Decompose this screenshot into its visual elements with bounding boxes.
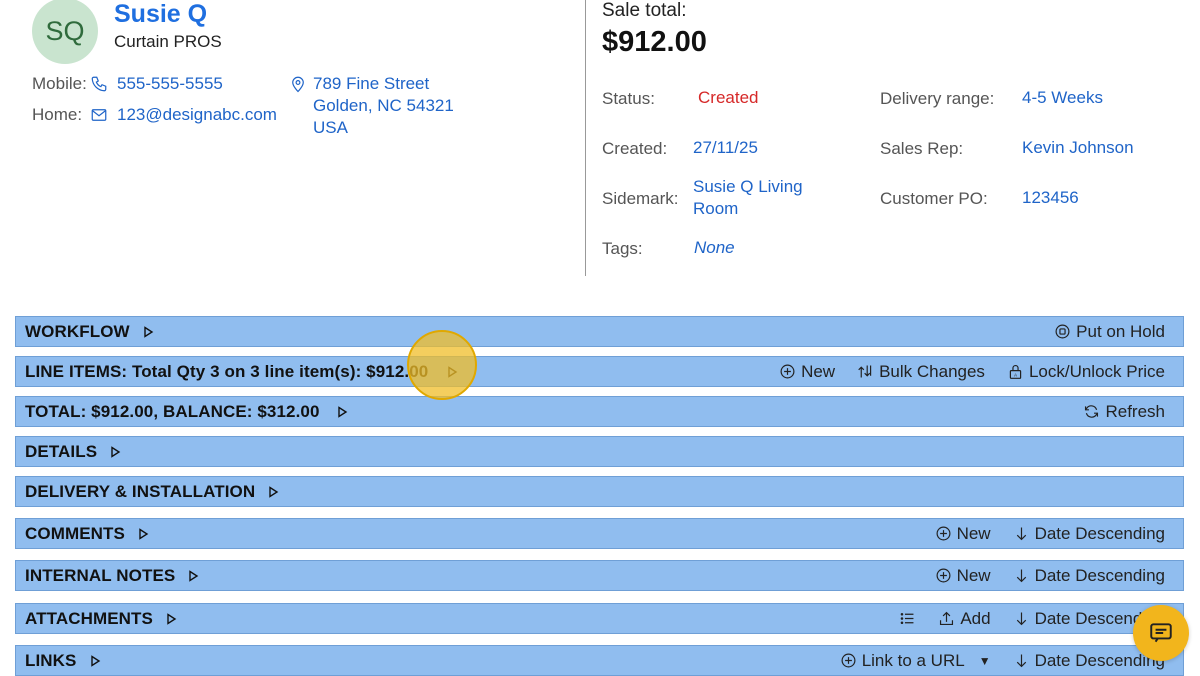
internal-notes-section-bar[interactable]: INTERNAL NOTES New Date Descending: [15, 560, 1184, 591]
delivery-installation-section-bar[interactable]: DELIVERY & INSTALLATION: [15, 476, 1184, 507]
tags-value[interactable]: None: [694, 237, 735, 259]
sales-rep-label: Sales Rep:: [880, 139, 964, 158]
bulk-changes-button[interactable]: Bulk Changes: [857, 362, 985, 382]
sidemark-line-1[interactable]: Susie Q Living: [693, 176, 803, 198]
put-on-hold-label: Put on Hold: [1076, 321, 1165, 341]
arrow-down-icon: [1013, 567, 1030, 584]
arrow-down-icon: [1013, 525, 1030, 542]
sidemark-line-2[interactable]: Room: [693, 198, 738, 220]
arrow-down-icon: [1013, 610, 1030, 627]
expand-triangle-icon[interactable]: [89, 654, 101, 667]
plus-circle-icon: [935, 567, 952, 584]
sales-rep-value[interactable]: Kevin Johnson: [1022, 137, 1134, 159]
links-section-bar[interactable]: LINKS Link to a URL ▼ Date Descending: [15, 645, 1184, 676]
workflow-title: WORKFLOW: [25, 321, 130, 341]
list-view-button[interactable]: [899, 610, 916, 627]
pause-circle-icon: [1054, 323, 1071, 340]
expand-triangle-icon[interactable]: [336, 405, 348, 418]
lock-icon: A: [1007, 363, 1024, 380]
location-pin-icon: [289, 75, 307, 93]
details-title: DETAILS: [25, 441, 98, 461]
new-comment-button[interactable]: New: [935, 524, 991, 544]
home-label: Home:: [32, 105, 83, 124]
expand-triangle-icon[interactable]: [187, 569, 199, 582]
delivery-installation-title: DELIVERY & INSTALLATION: [25, 481, 256, 501]
arrow-down-icon: [1013, 652, 1030, 669]
customer-name[interactable]: Susie Q: [114, 0, 207, 29]
sale-total-label: Sale total:: [602, 0, 687, 21]
expand-triangle-icon[interactable]: [267, 485, 279, 498]
refresh-button[interactable]: Refresh: [1083, 402, 1165, 422]
upload-icon: [938, 610, 955, 627]
attachments-title: ATTACHMENTS: [25, 608, 153, 628]
expand-triangle-icon[interactable]: [142, 325, 154, 338]
sort-label: Date Descending: [1034, 565, 1165, 585]
new-label: New: [956, 523, 991, 543]
delivery-range-value[interactable]: 4-5 Weeks: [1022, 87, 1103, 109]
expand-triangle-icon[interactable]: [137, 527, 149, 540]
comments-section-bar[interactable]: COMMENTS New Date Descending: [15, 518, 1184, 549]
created-value[interactable]: 27/11/25: [693, 137, 758, 159]
sort-label: Date Descending: [1034, 523, 1165, 543]
address-line-3[interactable]: USA: [313, 118, 348, 138]
address-line-1[interactable]: 789 Fine Street: [313, 74, 429, 94]
attachments-section-bar[interactable]: ATTACHMENTS Add Date Descending: [15, 603, 1184, 634]
customer-company: Curtain PROS: [114, 32, 222, 51]
plus-circle-icon: [935, 525, 952, 542]
add-attachment-button[interactable]: Add: [938, 608, 991, 629]
new-line-item-button[interactable]: New: [779, 362, 835, 382]
bulk-changes-icon: [857, 363, 874, 380]
dropdown-caret-icon[interactable]: ▼: [979, 654, 991, 668]
chat-button[interactable]: [1133, 605, 1189, 661]
line-items-section-bar[interactable]: LINE ITEMS: Total Qty 3 on 3 line item(s…: [15, 356, 1184, 387]
comments-title: COMMENTS: [25, 523, 125, 543]
sort-date-descending-button[interactable]: Date Descending: [1013, 566, 1165, 586]
bulk-changes-label: Bulk Changes: [879, 361, 985, 381]
new-note-button[interactable]: New: [935, 566, 991, 586]
link-to-url-button[interactable]: Link to a URL ▼: [840, 651, 991, 671]
refresh-icon: [1083, 403, 1100, 420]
line-items-title: LINE ITEMS: Total Qty 3 on 3 line item(s…: [25, 361, 429, 381]
lock-unlock-price-button[interactable]: A Lock/Unlock Price: [1007, 362, 1165, 382]
details-section-bar[interactable]: DETAILS: [15, 436, 1184, 467]
total-title: TOTAL: $912.00, BALANCE: $312.00: [25, 401, 320, 421]
sort-date-descending-button[interactable]: Date Descending: [1013, 524, 1165, 544]
link-to-url-label: Link to a URL: [861, 650, 965, 670]
sidemark-label: Sidemark:: [602, 189, 679, 208]
email-link[interactable]: 123@designabc.com: [117, 105, 277, 125]
put-on-hold-button[interactable]: Put on Hold: [1054, 322, 1165, 342]
phone-icon: [90, 75, 108, 93]
links-title: LINKS: [25, 650, 77, 670]
tags-label: Tags:: [602, 239, 643, 258]
expand-triangle-icon[interactable]: [109, 445, 121, 458]
email-icon: [90, 106, 108, 124]
workflow-section-bar[interactable]: WORKFLOW Put on Hold: [15, 316, 1184, 347]
mobile-phone-link[interactable]: 555-555-5555: [117, 74, 223, 94]
address-line-2[interactable]: Golden, NC 54321: [313, 96, 454, 116]
mobile-label: Mobile:: [32, 74, 87, 93]
avatar: SQ: [32, 0, 98, 64]
add-label: Add: [960, 608, 991, 628]
customer-po-value[interactable]: 123456: [1022, 187, 1079, 209]
list-icon: [899, 610, 916, 627]
lock-unlock-price-label: Lock/Unlock Price: [1028, 361, 1165, 381]
refresh-label: Refresh: [1105, 401, 1165, 421]
svg-text:A: A: [1014, 373, 1017, 378]
customer-po-label: Customer PO:: [880, 189, 988, 208]
new-label: New: [801, 361, 836, 381]
status-label: Status:: [602, 89, 655, 108]
internal-notes-title: INTERNAL NOTES: [25, 565, 176, 585]
sale-total-value: $912.00: [602, 26, 707, 58]
plus-circle-icon: [779, 363, 796, 380]
chat-icon: [1150, 623, 1172, 643]
vertical-divider: [585, 0, 586, 276]
new-label: New: [956, 565, 991, 585]
click-highlight: [407, 330, 477, 400]
status-value[interactable]: Created: [698, 87, 758, 109]
plus-circle-icon: [840, 652, 857, 669]
total-section-bar[interactable]: TOTAL: $912.00, BALANCE: $312.00 Refresh: [15, 396, 1184, 427]
delivery-range-label: Delivery range:: [880, 89, 995, 108]
created-label: Created:: [602, 139, 668, 158]
expand-triangle-icon[interactable]: [165, 612, 177, 625]
